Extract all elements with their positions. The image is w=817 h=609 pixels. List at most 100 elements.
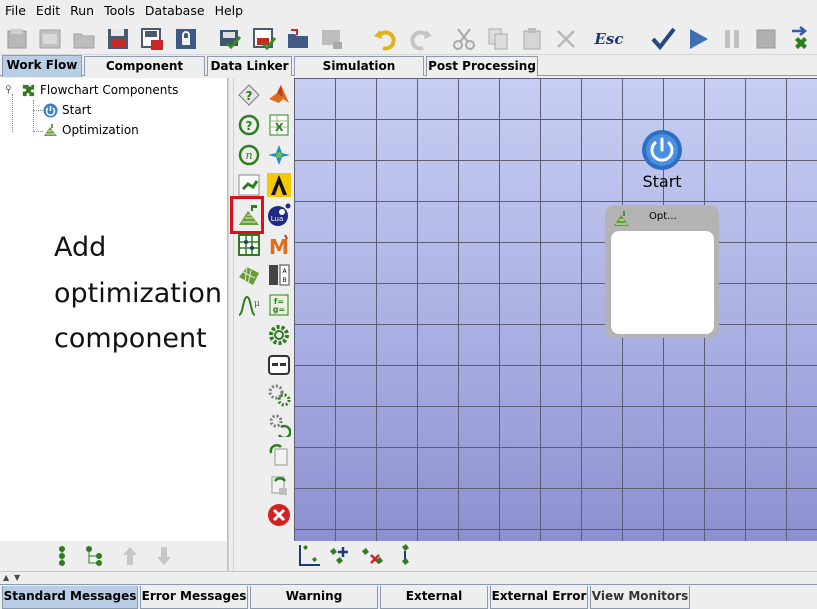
collapse-tree-icon[interactable] — [51, 544, 73, 568]
stop-icon[interactable] — [752, 25, 780, 53]
svg-text:X: X — [275, 121, 284, 134]
tree-item-optimization[interactable]: Optimization — [43, 121, 139, 139]
open-folder-icon[interactable] — [284, 25, 312, 53]
excel-icon[interactable]: X — [266, 112, 292, 138]
play-icon[interactable] — [684, 25, 712, 53]
message-tabs: Standard Messages Error Messages Warning… — [0, 586, 817, 609]
optimization-icon — [44, 123, 57, 136]
tab-simulation-monitors[interactable]: Simulation Monitors — [294, 56, 424, 91]
save-icon[interactable] — [104, 25, 132, 53]
menu-help[interactable]: Help — [210, 0, 249, 22]
tab-work-flow[interactable]: Work Flow — [2, 55, 82, 77]
tree-connector — [33, 131, 43, 132]
align-icon[interactable] — [296, 543, 322, 569]
menu-edit[interactable]: Edit — [31, 0, 65, 22]
move-up-icon[interactable] — [119, 544, 141, 568]
optimization-node-body — [611, 231, 714, 334]
menu-bar: File Edit Run Tools Database Help — [0, 0, 817, 22]
open-icon[interactable] — [36, 25, 64, 53]
annotation-text: Add optimization component — [54, 232, 222, 354]
esc-icon[interactable]: Esc — [595, 25, 624, 53]
simulation-tool-icon[interactable] — [266, 142, 292, 168]
workflow-canvas[interactable] — [294, 78, 817, 541]
undo-icon[interactable] — [372, 25, 400, 53]
tab-data-linker[interactable]: Data Linker — [207, 56, 292, 76]
help-icon[interactable]: ? — [236, 82, 262, 108]
tab-error-messages[interactable]: Error Messages — [140, 586, 248, 609]
menu-database[interactable]: Database — [140, 0, 210, 22]
menu-run[interactable]: Run — [65, 0, 99, 22]
new-icon[interactable] — [3, 25, 31, 53]
tab-external-error[interactable]: External Error — [490, 586, 588, 609]
pause-icon[interactable] — [718, 25, 746, 53]
monitor-icon[interactable] — [318, 25, 346, 53]
menu-file[interactable]: File — [0, 0, 31, 22]
tab-view-monitors[interactable]: View Monitors — [590, 586, 690, 609]
sub-flowchart-icon[interactable] — [236, 172, 262, 198]
export-icon[interactable] — [786, 25, 814, 53]
ansys-icon[interactable] — [266, 172, 292, 198]
matlab-icon[interactable] — [266, 82, 292, 108]
start-node-icon[interactable] — [640, 128, 684, 172]
loop-n-icon[interactable]: n — [236, 142, 262, 168]
tree-connector — [33, 100, 34, 132]
multi-gear-icon[interactable] — [266, 382, 292, 408]
delete-icon[interactable] — [552, 25, 580, 53]
collapse-up-icon[interactable]: ▲ — [3, 573, 9, 582]
puzzle-icon — [22, 84, 35, 96]
tab-component-editor[interactable]: Component Editor — [84, 56, 205, 91]
component-palette: ? ? n μ X Lua M AB f= g= — [234, 78, 294, 541]
highlight-box — [230, 196, 264, 234]
delete-component-icon[interactable] — [266, 502, 292, 528]
main-tabs: Work Flow Component Editor Data Linker S… — [0, 55, 817, 91]
mathcad-icon[interactable]: M — [266, 232, 292, 258]
svg-text:?: ? — [246, 119, 253, 133]
doe-grid-icon[interactable] — [236, 232, 262, 258]
vertical-link-icon[interactable] — [392, 543, 418, 569]
redo-icon[interactable] — [406, 25, 434, 53]
tree-root[interactable]: Flowchart Components — [5, 81, 178, 99]
optimization-icon — [614, 211, 629, 226]
document-export-icon[interactable] — [266, 472, 292, 498]
document-loop-icon[interactable] — [266, 442, 292, 468]
folder-icon[interactable] — [70, 25, 98, 53]
checkmark-icon[interactable] — [649, 25, 677, 53]
tree-toolbar — [0, 541, 228, 571]
settings-gear-icon[interactable] — [266, 322, 292, 348]
tab-post-processing[interactable]: Post Processing — [426, 56, 538, 76]
check-save-icon[interactable] — [250, 25, 278, 53]
collapse-down-icon[interactable]: ▼ — [14, 573, 20, 582]
copy-icon[interactable] — [484, 25, 512, 53]
panel-divider[interactable]: ▲ ▼ — [0, 571, 817, 585]
calculator-icon[interactable] — [266, 352, 292, 378]
lua-icon[interactable]: Lua — [266, 202, 292, 228]
save-as-icon[interactable] — [138, 25, 166, 53]
gear-loop-icon[interactable] — [266, 412, 292, 438]
add-link-icon[interactable] — [328, 543, 354, 569]
tree-root-label: Flowchart Components — [40, 83, 179, 97]
cut-icon[interactable] — [450, 25, 478, 53]
tab-warning-messages[interactable]: Warning Messages — [250, 586, 378, 609]
loop-help-icon[interactable]: ? — [236, 112, 262, 138]
svg-text:n: n — [245, 149, 252, 162]
data-io-icon[interactable]: AB — [266, 262, 292, 288]
remove-link-icon[interactable] — [360, 543, 386, 569]
tree-item-start[interactable]: Start — [43, 101, 91, 119]
optimization-node[interactable]: Opt... — [605, 205, 719, 338]
tab-external-output[interactable]: External Output — [380, 586, 488, 609]
menu-tools[interactable]: Tools — [99, 0, 140, 22]
formula-icon[interactable]: f= g= — [266, 292, 292, 318]
component-tree-panel: Flowchart Components Start Optimization … — [0, 78, 228, 541]
response-surface-icon[interactable] — [236, 262, 262, 288]
expand-tree-icon[interactable] — [84, 544, 106, 568]
statistics-icon[interactable]: μ — [236, 292, 262, 318]
start-node-label: Start — [642, 172, 682, 191]
lock-icon[interactable] — [172, 25, 200, 53]
expand-toggle-icon[interactable] — [5, 85, 15, 95]
move-down-icon[interactable] — [153, 544, 175, 568]
svg-text:Lua: Lua — [271, 215, 284, 223]
paste-icon[interactable] — [518, 25, 546, 53]
canvas-toolbar — [294, 541, 817, 571]
tab-standard-messages[interactable]: Standard Messages — [2, 586, 138, 609]
check-file-icon[interactable] — [216, 25, 244, 53]
